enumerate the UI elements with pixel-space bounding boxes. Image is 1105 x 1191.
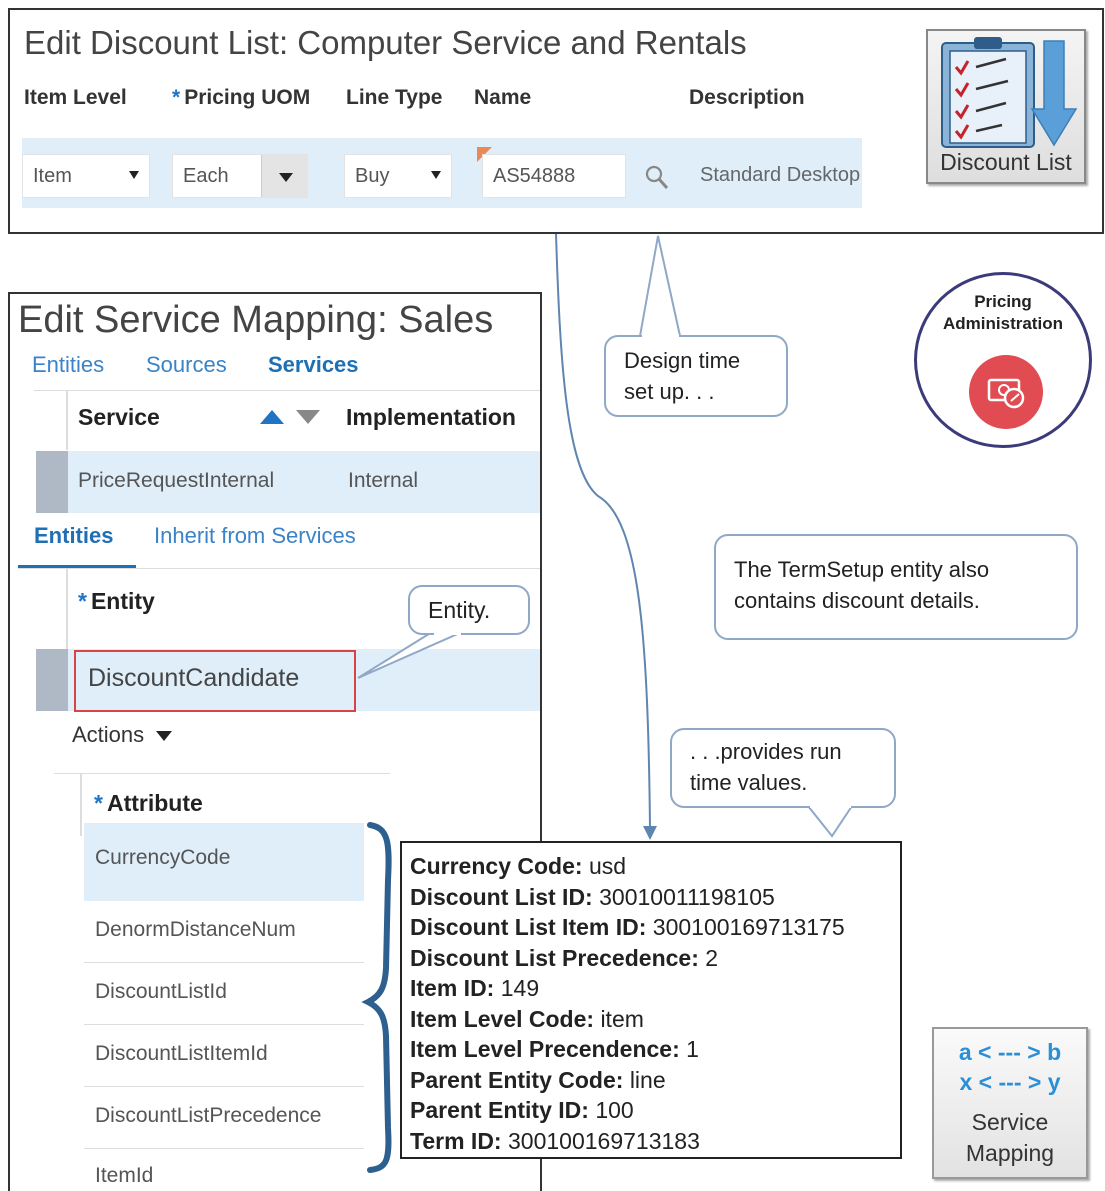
mapping-arrows-icon: x < --- > y bbox=[959, 1069, 1061, 1095]
service-mapping-label: Service bbox=[971, 1109, 1049, 1135]
pricing-administration-label: Pricing Administration bbox=[943, 292, 1063, 333]
run-time-value-line: Parent Entity ID: 100 bbox=[410, 1097, 634, 1123]
service-mapping-label: Mapping bbox=[965, 1140, 1055, 1166]
run-time-value-line: Item Level Precendence: 1 bbox=[410, 1036, 699, 1062]
pricing-badge bbox=[969, 355, 1043, 429]
run-time-value-line: Discount List ID: 300100111981​05 bbox=[410, 883, 775, 910]
tail-joint bbox=[810, 804, 851, 808]
tail-joint bbox=[434, 631, 461, 635]
pricing-administration-icon: Pricing Administration bbox=[914, 272, 1092, 448]
run-time-value-line: Term ID: 300100169713183 bbox=[410, 1127, 700, 1154]
entity-callout: Entity. bbox=[408, 585, 530, 635]
run-time-value-line: Currency Code: usd bbox=[410, 853, 627, 879]
runtime-callout: . . .provides run time values. bbox=[670, 728, 896, 808]
termsetup-callout: The TermSetup entity also contains disco… bbox=[714, 534, 1078, 640]
run-time-values-box: Currency Code: usd Discount List ID: 300… bbox=[400, 841, 902, 1159]
run-time-value-line: Item Level Code: item bbox=[410, 1005, 644, 1032]
service-mapping-icon-box: a < --- > b x < --- > y Service Mapping bbox=[932, 1027, 1088, 1179]
design-time-callout: Design time set up. . . bbox=[604, 335, 788, 417]
run-time-value-line: Discount List Item ID: 300100169713175 bbox=[410, 914, 845, 940]
run-time-value-line: Parent Entity Code: line bbox=[410, 1066, 666, 1093]
price-tag-icon bbox=[987, 378, 1025, 409]
tail-joint bbox=[642, 334, 679, 338]
mapping-arrows-icon: a < --- > b bbox=[958, 1039, 1062, 1065]
run-time-value-line: Discount List Precedence: 2 bbox=[410, 944, 719, 971]
run-time-value-line: Item ID: 149 bbox=[410, 975, 540, 1001]
